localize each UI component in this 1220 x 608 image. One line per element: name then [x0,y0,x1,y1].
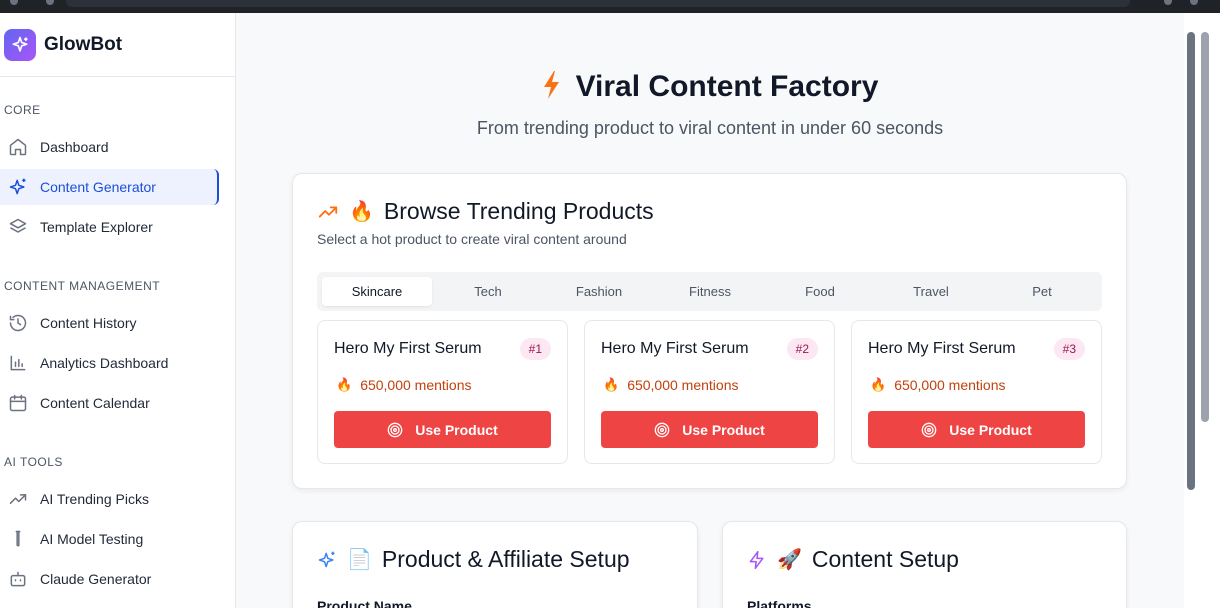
test-tube-icon [8,529,28,549]
trending-card-title: 🔥 Browse Trending Products [317,198,654,225]
sidebar-item-label: Claude Generator [40,571,152,587]
content-setup-card-title: 🚀 Content Setup [747,546,959,573]
brand[interactable]: GlowBot [0,13,235,77]
use-product-label: Use Product [949,421,1032,438]
lightning-icon [542,70,562,108]
mentions-count: 🔥 650,000 mentions [336,377,472,393]
product-card-1: Hero My First Serum #1 🔥 650,000 mentions… [317,320,568,464]
use-product-button[interactable]: Use Product [334,411,551,448]
sparkles-icon [8,177,28,197]
tab-fitness[interactable]: Fitness [655,277,765,306]
fire-icon: 🔥 [603,377,620,392]
mentions-text: 650,000 mentions [360,377,472,393]
use-product-button[interactable]: Use Product [601,411,818,448]
section-label-ai-tools: AI TOOLS [4,455,63,469]
sparkles-logo-icon [4,28,36,61]
sidebar-item-label: AI Model Testing [40,531,144,547]
target-icon [654,422,670,438]
category-tabs: Skincare Tech Fashion Fitness Food Trave… [317,272,1102,311]
tab-skincare[interactable]: Skincare [322,277,432,306]
sidebar-item-claude-generator[interactable]: Claude Generator [0,561,219,597]
use-product-label: Use Product [682,421,765,438]
rank-badge: #2 [786,338,818,360]
content-setup-title-text: Content Setup [811,546,959,572]
affiliate-title-text: Product & Affiliate Setup [381,546,630,572]
rank-badge: #1 [519,338,551,360]
target-icon [387,422,403,438]
trending-card-subtitle: Select a hot product to create viral con… [317,231,627,247]
product-card-3: Hero My First Serum #3 🔥 650,000 mentions… [851,320,1102,464]
browser-profile-icon[interactable] [1190,0,1198,5]
trending-title-text: Browse Trending Products [383,198,654,224]
sidebar-item-label: Template Explorer [40,219,153,235]
sidebar-item-label: AI Trending Picks [40,491,149,507]
mentions-text: 650,000 mentions [627,377,739,393]
sparkles-icon [317,550,337,570]
product-name: Hero My First Serum [334,340,482,357]
sidebar-item-analytics-dashboard[interactable]: Analytics Dashboard [0,345,219,381]
fire-icon: 🔥 [870,377,887,392]
browser-extension-icon[interactable] [1164,0,1172,5]
document-icon: 📄 [347,549,372,571]
sidebar-item-content-generator[interactable]: Content Generator [0,169,219,205]
mentions-text: 650,000 mentions [894,377,1006,393]
mentions-count: 🔥 650,000 mentions [870,377,1006,393]
sidebar-item-label: Content History [40,315,137,331]
product-name-label: Product Name [317,598,412,608]
product-name: Hero My First Serum [601,340,749,357]
tab-tech[interactable]: Tech [433,277,543,306]
sidebar-item-label: Dashboard [40,139,109,155]
home-icon [8,137,28,157]
sidebar-item-label: Content Calendar [40,395,150,411]
calendar-icon [8,393,28,413]
tab-pet[interactable]: Pet [987,277,1097,306]
browser-reload-icon[interactable] [46,0,54,5]
fire-icon: 🔥 [336,377,353,392]
tab-fashion[interactable]: Fashion [544,277,654,306]
use-product-button[interactable]: Use Product [868,411,1085,448]
product-name: Hero My First Serum [868,340,1016,357]
layers-icon [8,217,28,237]
bar-chart-icon [8,353,28,373]
target-icon [921,422,937,438]
lightning-outline-icon [747,550,767,570]
sidebar-item-content-calendar[interactable]: Content Calendar [0,385,219,421]
browser-back-icon[interactable] [10,0,18,5]
browser-address-bar[interactable] [66,0,1130,7]
product-card-2: Hero My First Serum #2 🔥 650,000 mentions… [584,320,835,464]
sidebar-item-dashboard[interactable]: Dashboard [0,129,219,165]
bot-icon [8,569,28,589]
sidebar-item-template-explorer[interactable]: Template Explorer [0,209,219,245]
section-label-content-management: CONTENT MANAGEMENT [4,279,161,293]
scrollbar-thumb[interactable] [1187,32,1195,490]
sidebar-item-content-history[interactable]: Content History [0,305,219,341]
rocket-icon: 🚀 [777,549,802,571]
affiliate-card-title: 📄 Product & Affiliate Setup [317,546,630,573]
platforms-label: Platforms [747,598,812,608]
fire-icon: 🔥 [349,201,374,223]
page-title-text: Viral Content Factory [575,70,879,103]
app-name: GlowBot [44,33,123,55]
page-title: Viral Content Factory [236,70,1184,108]
use-product-label: Use Product [415,421,498,438]
sidebar-item-label: Content Generator [40,179,156,195]
sidebar-item-ai-trending-picks[interactable]: AI Trending Picks [0,481,219,517]
browser-top-strip [0,0,1220,13]
trending-up-icon [317,201,339,223]
page-subtitle: From trending product to viral content i… [476,118,944,138]
tab-travel[interactable]: Travel [876,277,986,306]
outer-scrollbar-thumb[interactable] [1201,32,1209,422]
trending-up-icon [8,489,28,509]
history-icon [8,313,28,333]
sidebar-item-ai-model-testing[interactable]: AI Model Testing [0,521,219,557]
tab-food[interactable]: Food [765,277,875,306]
rank-badge: #3 [1053,338,1085,360]
mentions-count: 🔥 650,000 mentions [603,377,739,393]
sidebar-item-label: Analytics Dashboard [40,355,169,371]
section-label-core: CORE [4,103,41,117]
